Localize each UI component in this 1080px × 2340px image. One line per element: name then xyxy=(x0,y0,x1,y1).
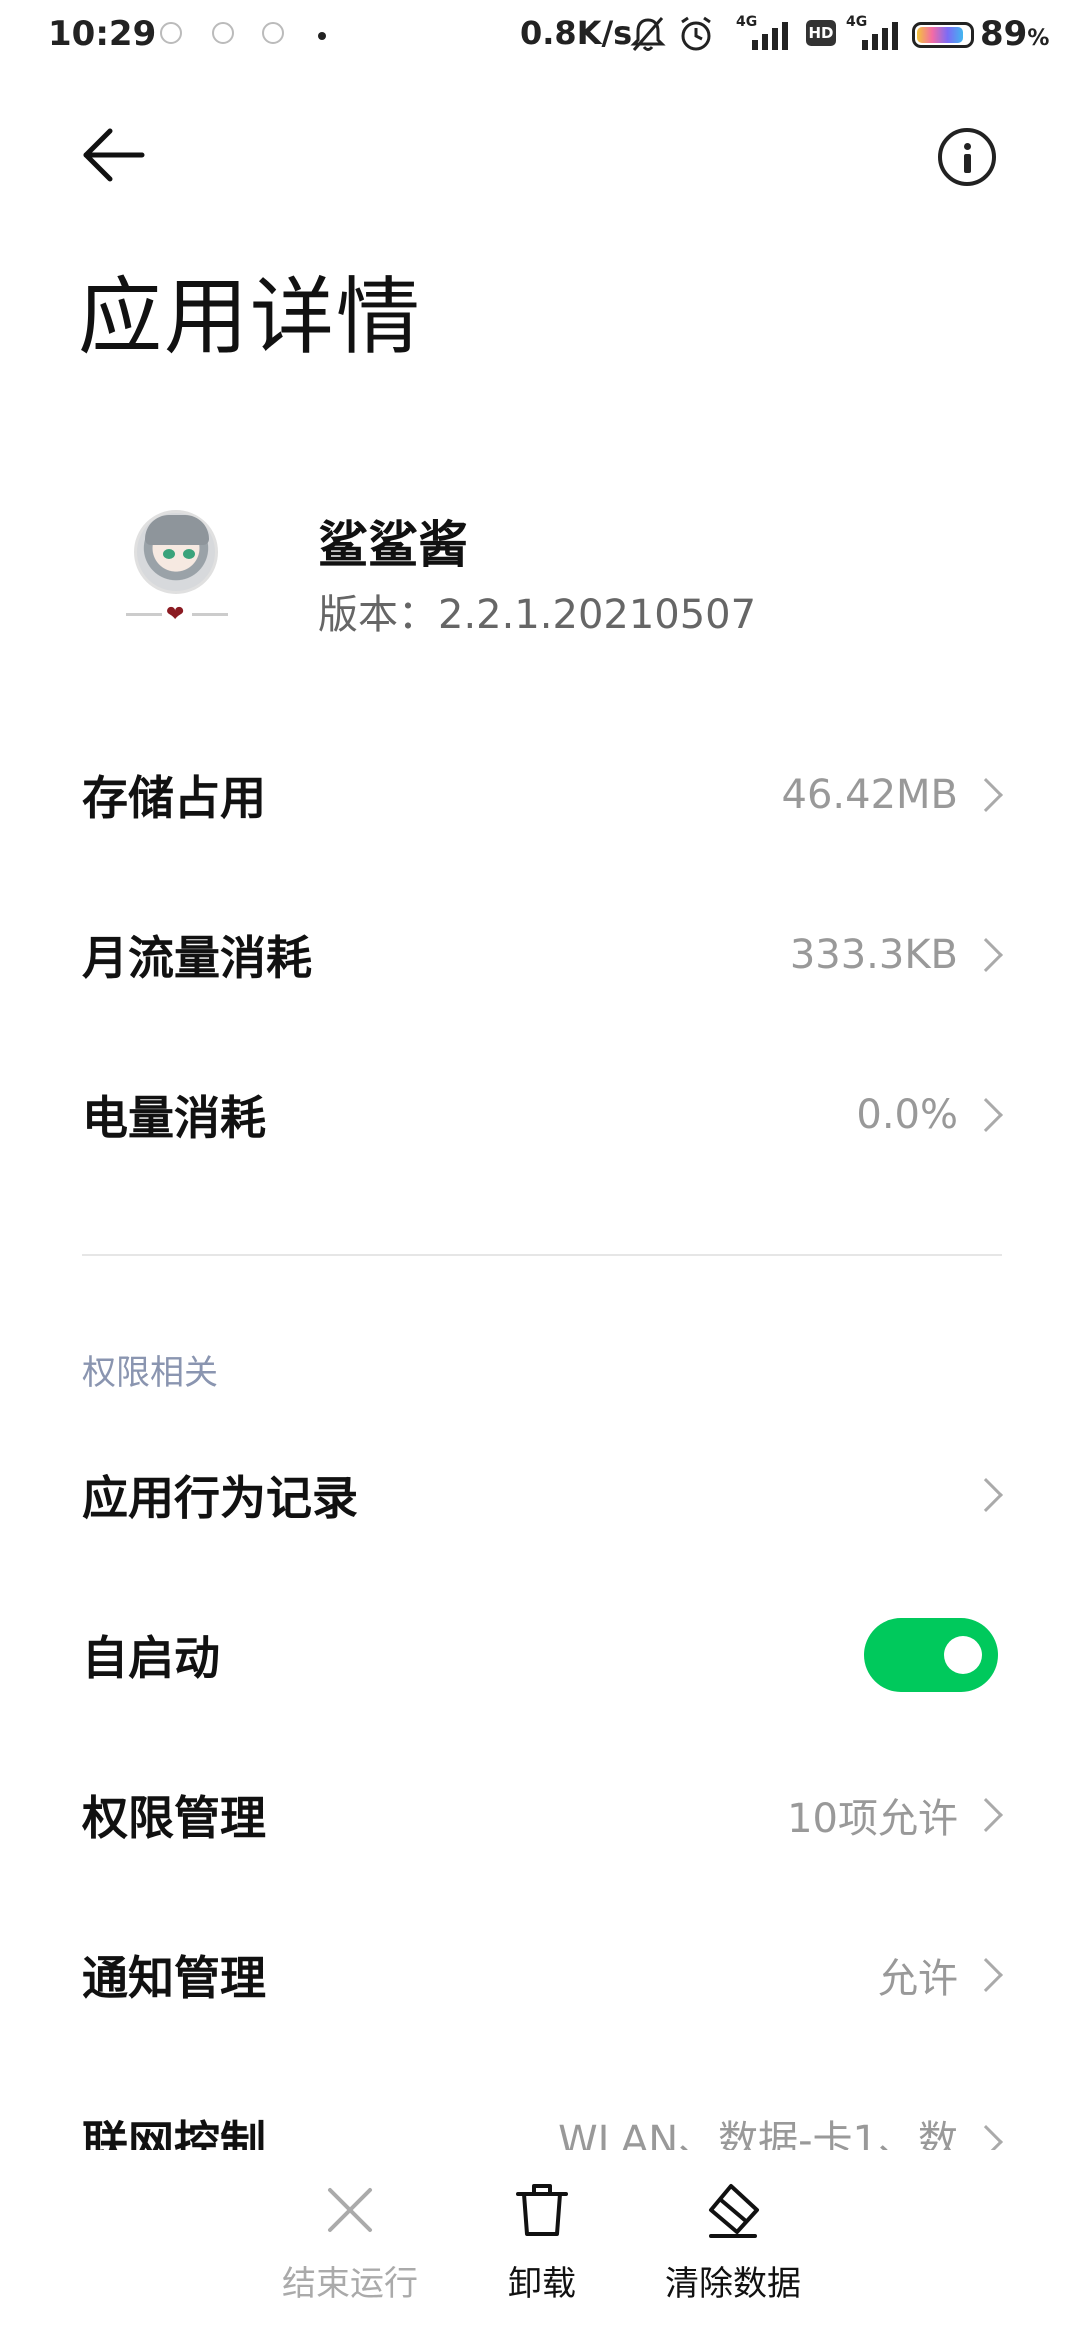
chevron-right-icon xyxy=(969,1798,1003,1832)
storage-row[interactable]: 存储占用 46.42MB xyxy=(0,720,1080,870)
behavior-log-row[interactable]: 应用行为记录 xyxy=(0,1420,1080,1570)
chevron-right-icon xyxy=(969,778,1003,812)
chevron-right-icon xyxy=(969,2125,1003,2150)
autostart-row[interactable]: 自启动 xyxy=(0,1580,1080,1730)
row-label: 应用行为记录 xyxy=(82,1471,358,1525)
uninstall-label: 卸载 xyxy=(508,2264,576,2304)
page-title: 应用详情 xyxy=(78,268,423,366)
notification-icon xyxy=(212,22,234,44)
signal-icon xyxy=(752,22,788,50)
alarm-icon xyxy=(681,16,711,51)
toggle-knob xyxy=(944,1636,982,1674)
status-time: 10:29 xyxy=(48,14,157,54)
hd-voice-icon: HD xyxy=(806,20,836,46)
app-version: 版本：2.2.1.20210507 xyxy=(318,592,757,638)
row-value: 10项允许 xyxy=(787,1796,958,1842)
close-icon xyxy=(328,2188,372,2232)
chevron-right-icon xyxy=(969,1098,1003,1132)
divider xyxy=(82,1254,1002,1256)
bell-muted-icon xyxy=(630,17,666,51)
bottom-action-bar: 结束运行 卸载 清除数据 xyxy=(0,2150,1080,2340)
signal-icon xyxy=(862,22,898,50)
arrow-left-icon xyxy=(83,128,145,182)
broken-heart-icon: ❤ xyxy=(166,602,185,627)
eraser-icon xyxy=(709,2184,759,2238)
section-header: 权限相关 xyxy=(82,1353,218,1393)
row-value: 46.42MB xyxy=(781,772,958,818)
row-value: WLAN、数据-卡1、数 xyxy=(558,2118,958,2150)
app-name: 鲨鲨酱 xyxy=(318,516,468,574)
row-value: 333.3KB xyxy=(789,932,958,978)
network-control-row[interactable]: 联网控制 WLAN、数据-卡1、数 xyxy=(0,2050,1080,2150)
stop-running-label: 结束运行 xyxy=(282,2264,418,2304)
status-bar: 10:29 0.8K/s 4G HD 4G 89% xyxy=(0,0,1080,70)
data-usage-row[interactable]: 月流量消耗 333.3KB xyxy=(0,880,1080,1030)
battery-icon xyxy=(912,22,974,48)
row-value: 允许 xyxy=(878,1956,958,2002)
autostart-toggle[interactable] xyxy=(864,1618,998,1692)
battery-percent: 89% xyxy=(980,14,1050,54)
info-icon xyxy=(964,143,971,150)
clear-data-label: 清除数据 xyxy=(665,2264,801,2304)
network-speed: 0.8K/s xyxy=(520,14,633,52)
notification-icon xyxy=(160,22,182,44)
uninstall-button[interactable]: 卸载 xyxy=(462,2180,622,2305)
stop-running-button[interactable]: 结束运行 xyxy=(270,2180,430,2305)
chevron-right-icon xyxy=(969,1478,1003,1512)
trash-icon xyxy=(516,2184,568,2236)
notification-icon xyxy=(262,22,284,44)
row-label: 自启动 xyxy=(82,1631,220,1685)
row-label: 联网控制 xyxy=(82,2116,266,2150)
row-label: 存储占用 xyxy=(82,771,266,825)
back-button[interactable] xyxy=(80,125,150,185)
app-icon: ❤ xyxy=(120,510,230,630)
permission-management-row[interactable]: 权限管理 10项允许 xyxy=(0,1740,1080,1890)
more-notifications-icon xyxy=(318,32,326,40)
clear-data-button[interactable]: 清除数据 xyxy=(653,2180,813,2305)
row-label: 月流量消耗 xyxy=(82,931,312,985)
row-label: 通知管理 xyxy=(82,1951,266,2005)
row-label: 权限管理 xyxy=(82,1791,266,1845)
info-button[interactable] xyxy=(938,128,996,186)
row-value: 0.0% xyxy=(856,1092,958,1138)
chevron-right-icon xyxy=(969,1958,1003,1992)
battery-usage-row[interactable]: 电量消耗 0.0% xyxy=(0,1040,1080,1190)
row-label: 电量消耗 xyxy=(82,1091,266,1145)
notification-management-row[interactable]: 通知管理 允许 xyxy=(0,1900,1080,2050)
chevron-right-icon xyxy=(969,938,1003,972)
